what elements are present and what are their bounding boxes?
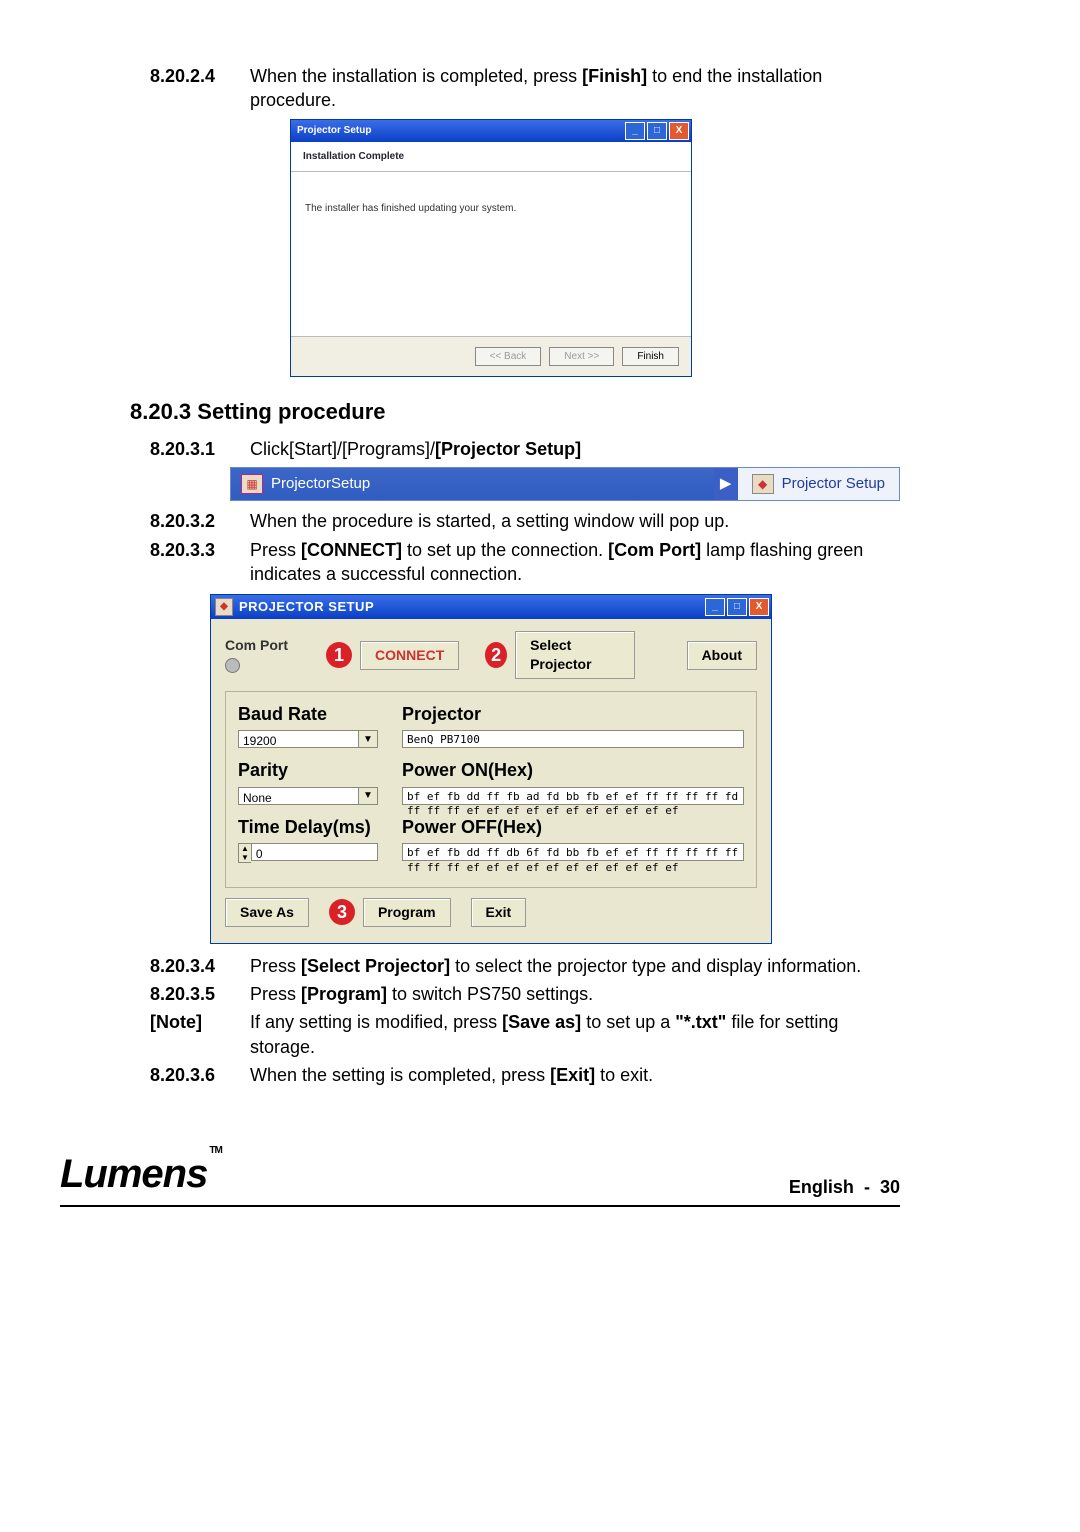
- startmenu-screenshot: ▦ ProjectorSetup ▶ ◆ Projector Setup: [230, 467, 900, 501]
- startmenu-folder[interactable]: ▦ ProjectorSetup: [231, 468, 714, 500]
- step-8-20-3-4: 8.20.3.4 Press [Select Projector] to sel…: [150, 954, 900, 978]
- save-as-button[interactable]: Save As: [225, 898, 309, 927]
- ps-bottom-buttons: Save As 3 Program Exit: [225, 898, 757, 927]
- submenu-arrow-icon: ▶: [714, 468, 738, 500]
- parity-dropdown[interactable]: None ▼: [238, 787, 378, 805]
- about-button[interactable]: About: [687, 641, 757, 670]
- power-on-label: Power ON(Hex): [402, 758, 744, 782]
- step-8-20-3-1: 8.20.3.1 Click[Start]/[Programs]/[Projec…: [150, 437, 900, 461]
- lumens-logo: LumensTM: [60, 1147, 220, 1201]
- installer-buttons: << Back Next >> Finish: [291, 336, 691, 377]
- step-number: 8.20.2.4: [150, 64, 250, 88]
- chevron-down-icon[interactable]: ▼: [359, 730, 378, 748]
- next-button: Next >>: [549, 347, 614, 367]
- startmenu-item[interactable]: ◆ Projector Setup: [738, 468, 899, 500]
- installer-body: The installer has finished updating your…: [291, 172, 691, 336]
- chevron-down-icon[interactable]: ▼: [359, 787, 378, 805]
- finish-button[interactable]: Finish: [622, 347, 679, 367]
- comport-indicator-icon: [225, 658, 240, 673]
- parity-label: Parity: [238, 758, 378, 782]
- ps-titlebar: ◆ PROJECTOR SETUP _ □ X: [211, 595, 771, 619]
- installer-titlebar: Projector Setup _ □ X: [291, 120, 691, 142]
- connect-button[interactable]: CONNECT: [360, 641, 459, 670]
- close-icon[interactable]: X: [749, 598, 769, 616]
- folder-icon: ▦: [241, 474, 263, 494]
- step-8-20-3-2: 8.20.3.2 When the procedure is started, …: [150, 509, 900, 533]
- callout-2: 2: [485, 642, 507, 668]
- projector-field[interactable]: BenQ PB7100: [402, 730, 744, 748]
- installer-window: Projector Setup _ □ X Installation Compl…: [290, 119, 692, 378]
- footer-rule: [60, 1205, 900, 1207]
- step-text: When the installation is completed, pres…: [250, 64, 900, 113]
- ps-title-text: PROJECTOR SETUP: [239, 598, 703, 616]
- back-button: << Back: [475, 347, 542, 367]
- maximize-icon[interactable]: □: [727, 598, 747, 616]
- minimize-icon[interactable]: _: [705, 598, 725, 616]
- heading-8-20-3: 8.20.3 Setting procedure: [130, 397, 900, 427]
- step-8-20-2-4: 8.20.2.4 When the installation is comple…: [150, 64, 900, 113]
- power-off-field[interactable]: bf ef fb dd ff db 6f fd bb fb ef ef ff f…: [402, 843, 744, 861]
- delay-spinner[interactable]: ▲▼ 0: [238, 843, 378, 863]
- step-8-20-3-6: 8.20.3.6 When the setting is completed, …: [150, 1063, 900, 1087]
- ps-settings-panel: Baud Rate 19200 ▼ Projector BenQ PB7100 …: [225, 691, 757, 888]
- comport-label: Com Port: [225, 636, 300, 674]
- projector-setup-window: ◆ PROJECTOR SETUP _ □ X Com Port 1 CONNE…: [210, 594, 772, 944]
- callout-1: 1: [326, 642, 352, 668]
- page-footer-right: English - 30: [789, 1175, 900, 1201]
- power-off-label: Power OFF(Hex): [402, 815, 744, 839]
- app-icon: ◆: [215, 598, 233, 616]
- spin-up-icon[interactable]: ▲: [239, 844, 251, 853]
- delay-label: Time Delay(ms): [238, 815, 378, 839]
- baud-dropdown[interactable]: 19200 ▼: [238, 730, 378, 748]
- minimize-icon[interactable]: _: [625, 122, 645, 140]
- baud-label: Baud Rate: [238, 702, 378, 726]
- program-button[interactable]: Program: [363, 898, 451, 927]
- note-row: [Note] If any setting is modified, press…: [150, 1010, 900, 1059]
- maximize-icon[interactable]: □: [647, 122, 667, 140]
- ps-toolbar: Com Port 1 CONNECT 2 Select Projector Ab…: [211, 619, 771, 691]
- callout-3: 3: [329, 899, 355, 925]
- spin-down-icon[interactable]: ▼: [239, 853, 251, 862]
- step-8-20-3-5: 8.20.3.5 Press [Program] to switch PS750…: [150, 982, 900, 1006]
- projector-label: Projector: [402, 702, 744, 726]
- select-projector-button[interactable]: Select Projector: [515, 631, 634, 679]
- step-8-20-3-3: 8.20.3.3 Press [CONNECT] to set up the c…: [150, 538, 900, 587]
- exit-button[interactable]: Exit: [471, 898, 527, 927]
- app-icon: ◆: [752, 474, 774, 494]
- installer-heading: Installation Complete: [291, 142, 691, 173]
- close-icon[interactable]: X: [669, 122, 689, 140]
- page-footer: LumensTM English - 30: [60, 1147, 900, 1201]
- installer-title: Projector Setup: [293, 124, 623, 138]
- power-on-field[interactable]: bf ef fb dd ff fb ad fd bb fb ef ef ff f…: [402, 787, 744, 805]
